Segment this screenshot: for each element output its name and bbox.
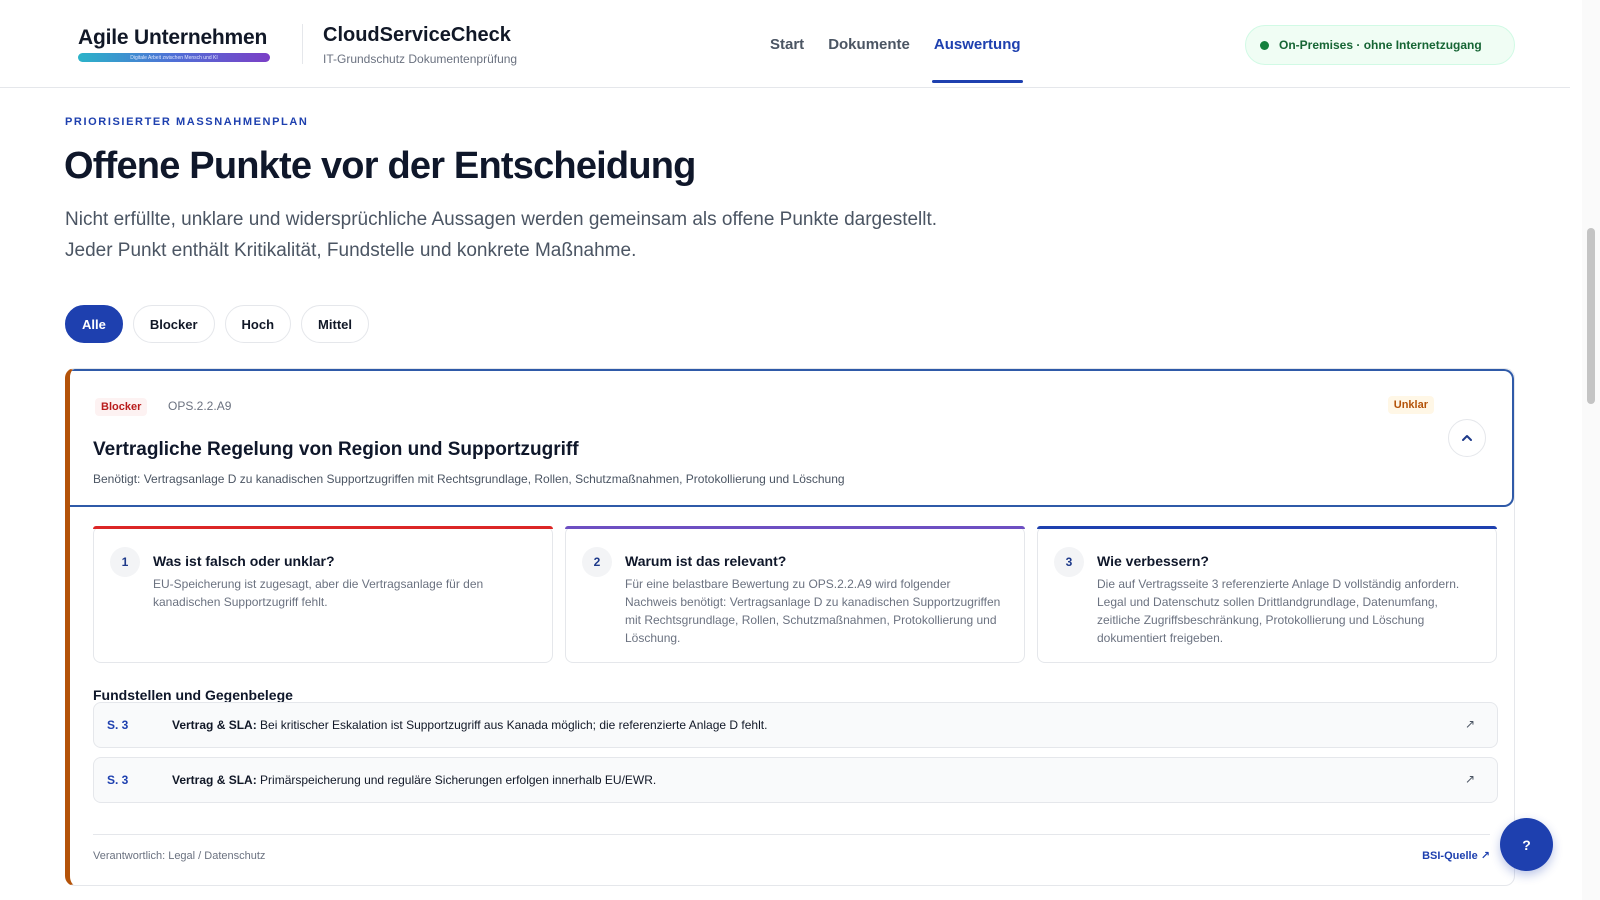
product-name: CloudServiceCheck bbox=[323, 24, 511, 46]
reference-item[interactable]: S. 3 Vertrag & SLA: Primärspeicherung un… bbox=[93, 757, 1498, 803]
reference-quote: Primärspeicherung und reguläre Sicherung… bbox=[260, 773, 657, 787]
collapse-button[interactable] bbox=[1448, 419, 1486, 457]
step-number: 1 bbox=[110, 547, 140, 577]
logo-text: Agile Unternehmen bbox=[78, 26, 268, 49]
reference-text: Vertrag & SLA: Primärspeicherung und reg… bbox=[172, 773, 656, 787]
issue-requirement: Benötigt: Vertragsanlage D zu kanadische… bbox=[93, 472, 845, 486]
reference-item[interactable]: S. 3 Vertrag & SLA: Bei kritischer Eskal… bbox=[93, 702, 1498, 748]
step-card-improvement: 3 Wie verbessern? Die auf Vertragsseite … bbox=[1037, 526, 1497, 663]
reference-page: S. 3 bbox=[107, 773, 129, 787]
filter-alle[interactable]: Alle bbox=[65, 305, 123, 343]
filter-blocker[interactable]: Blocker bbox=[132, 305, 215, 343]
nav-start[interactable]: Start bbox=[768, 0, 806, 88]
scrollbar-thumb[interactable] bbox=[1587, 228, 1595, 404]
page-title: Offene Punkte vor der Entscheidung bbox=[64, 145, 696, 187]
logo-tagline-bar: Digitale Arbeit zwischen Mensch und KI bbox=[78, 53, 270, 62]
step-body: EU-Speicherung ist zugesagt, aber die Ve… bbox=[153, 577, 484, 609]
app-header: Agile Unternehmen Digitale Arbeit zwisch… bbox=[0, 0, 1570, 88]
reference-quote: Bei kritischer Eskalation ist Supportzug… bbox=[260, 718, 768, 732]
main-nav: Start Dokumente Auswertung bbox=[768, 0, 1023, 88]
control-code: OPS.2.2.A9 bbox=[168, 399, 232, 413]
step-body: Die auf Vertragsseite 3 referenzierte An… bbox=[1097, 577, 1460, 645]
chevron-up-icon bbox=[1462, 435, 1472, 441]
analysis-steps: 1 Was ist falsch oder unklar? EU-Speiche… bbox=[93, 526, 1497, 663]
responsible-owner: Verantwortlich: Legal / Datenschutz bbox=[93, 850, 266, 862]
reference-page: S. 3 bbox=[107, 718, 129, 732]
help-button[interactable]: ? bbox=[1500, 818, 1553, 871]
logo-tagline: Digitale Arbeit zwischen Mensch und KI bbox=[130, 54, 218, 61]
issue-card: Blocker OPS.2.2.A9 Unklar Vertragliche R… bbox=[65, 368, 1515, 886]
step-body: Für eine belastbare Bewertung zu OPS.2.2… bbox=[625, 577, 1001, 645]
card-footer-divider bbox=[93, 834, 1490, 835]
reference-text: Vertrag & SLA: Bei kritischer Eskalation… bbox=[172, 718, 767, 732]
deployment-status-badge: On-Premises · ohne Internetzugang bbox=[1245, 25, 1515, 65]
section-eyebrow: PRIORISIERTER MASSNAHMENPLAN bbox=[65, 116, 309, 128]
reference-source: Vertrag & SLA: bbox=[172, 718, 257, 732]
status-text: On-Premises · ohne Internetzugang bbox=[1279, 38, 1482, 52]
status-badge: Unklar bbox=[1387, 396, 1434, 414]
company-logo[interactable]: Agile Unternehmen Digitale Arbeit zwisch… bbox=[78, 26, 274, 62]
nav-auswertung[interactable]: Auswertung bbox=[931, 0, 1023, 88]
step-number: 3 bbox=[1054, 547, 1084, 577]
product-subtitle: IT-Grundschutz Dokumentenprüfung bbox=[323, 52, 518, 66]
header-divider bbox=[302, 24, 303, 64]
step-title: Wie verbessern? bbox=[1097, 553, 1209, 569]
step-title: Warum ist das relevant? bbox=[625, 553, 787, 569]
issue-title: Vertragliche Regelung von Region und Sup… bbox=[93, 439, 579, 460]
status-dot-icon bbox=[1260, 40, 1269, 50]
step-number: 2 bbox=[582, 547, 612, 577]
step-card-relevance: 2 Warum ist das relevant? Für eine belas… bbox=[565, 526, 1025, 663]
page-intro: Nicht erfüllte, unklare und widersprüchl… bbox=[65, 209, 938, 261]
issue-card-header[interactable]: Blocker OPS.2.2.A9 Unklar Vertragliche R… bbox=[70, 369, 1514, 507]
step-title: Was ist falsch oder unklar? bbox=[153, 553, 335, 569]
filter-mittel[interactable]: Mittel bbox=[301, 305, 369, 343]
nav-dokumente[interactable]: Dokumente bbox=[826, 0, 912, 88]
severity-badge: Blocker bbox=[95, 398, 148, 416]
references-heading: Fundstellen und Gegenbelege bbox=[93, 687, 293, 703]
filter-hoch[interactable]: Hoch bbox=[224, 305, 292, 343]
reference-source: Vertrag & SLA: bbox=[172, 773, 257, 787]
product-branding: CloudServiceCheck IT-Grundschutz Dokumen… bbox=[323, 24, 517, 66]
page-scrollbar[interactable] bbox=[1582, 0, 1600, 900]
open-reference-icon[interactable]: ↗ bbox=[1465, 717, 1475, 731]
step-card-problem: 1 Was ist falsch oder unklar? EU-Speiche… bbox=[93, 526, 553, 663]
open-reference-icon[interactable]: ↗ bbox=[1465, 772, 1475, 786]
bsi-source-link[interactable]: BSI-Quelle ↗ bbox=[1422, 849, 1490, 862]
severity-filter-group: Alle Blocker Hoch Mittel bbox=[65, 305, 369, 343]
